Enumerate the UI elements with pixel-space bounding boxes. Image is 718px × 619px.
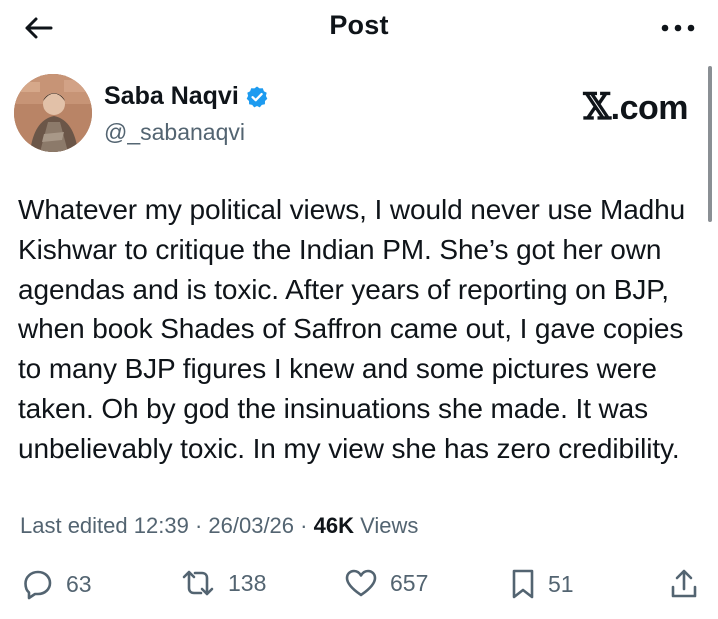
tweet-line: taken. Oh by god the insinuations she ma… xyxy=(18,392,649,424)
edited-label[interactable]: Last edited xyxy=(20,513,128,538)
like-count: 657 xyxy=(390,569,429,596)
avatar[interactable] xyxy=(14,74,92,152)
author-name: Saba Naqvi xyxy=(104,82,239,110)
post-header: Post xyxy=(0,0,718,56)
repost-button[interactable]: 138 xyxy=(180,568,266,598)
tweet-line: Kishwar to critique the Indian PM. She’s… xyxy=(18,233,662,265)
xcom-suffix: .com xyxy=(610,89,689,127)
like-button[interactable]: 657 xyxy=(344,568,428,598)
views-count: 46K xyxy=(313,513,354,538)
share-icon xyxy=(671,569,697,598)
tweet-line: agendas and is toxic. After years of rep… xyxy=(18,273,669,305)
verified-badge-icon xyxy=(245,85,269,109)
bookmark-icon xyxy=(512,569,534,599)
repost-icon xyxy=(182,570,214,596)
author-name-row[interactable]: Saba Naqvi xyxy=(104,82,269,111)
post-meta: Last edited 12:39 · 26/03/26 · 46K Views xyxy=(20,513,418,539)
reply-button[interactable]: 63 xyxy=(22,568,92,600)
reply-count: 63 xyxy=(66,570,92,597)
tweet-line: to many BJP figures I knew and some pict… xyxy=(18,353,657,385)
bookmark-count: 51 xyxy=(548,570,574,597)
tweet-line: Whatever my political views, I would nev… xyxy=(18,194,686,225)
tweet-line: when book Shades of Saffron came out, I … xyxy=(18,313,684,345)
tweet-line: unbelievably toxic. In my view she has z… xyxy=(18,432,680,464)
scrollbar[interactable] xyxy=(708,66,712,222)
heart-icon xyxy=(345,569,377,597)
tweet-text: Whatever my political views, I would nev… xyxy=(18,190,708,469)
views-label: Views xyxy=(360,513,419,538)
more-options-button[interactable] xyxy=(658,14,698,42)
x-logo-icon: 𝕏 xyxy=(583,86,611,128)
xcom-watermark: 𝕏.com xyxy=(583,86,688,128)
meta-separator: · xyxy=(188,513,209,538)
avatar-image xyxy=(14,74,92,152)
repost-count: 138 xyxy=(228,569,267,596)
meta-separator: · xyxy=(294,513,314,538)
page-title: Post xyxy=(329,10,389,40)
share-button[interactable] xyxy=(670,568,698,600)
action-bar: 63 138 657 51 xyxy=(0,562,718,610)
reply-icon xyxy=(24,570,52,600)
bookmark-button[interactable]: 51 xyxy=(510,568,574,600)
post-time[interactable]: 12:39 xyxy=(134,513,189,538)
author-handle[interactable]: @_sabanaqvi xyxy=(104,119,245,146)
more-horizontal-icon xyxy=(661,24,695,32)
post-date[interactable]: 26/03/26 xyxy=(208,513,294,538)
